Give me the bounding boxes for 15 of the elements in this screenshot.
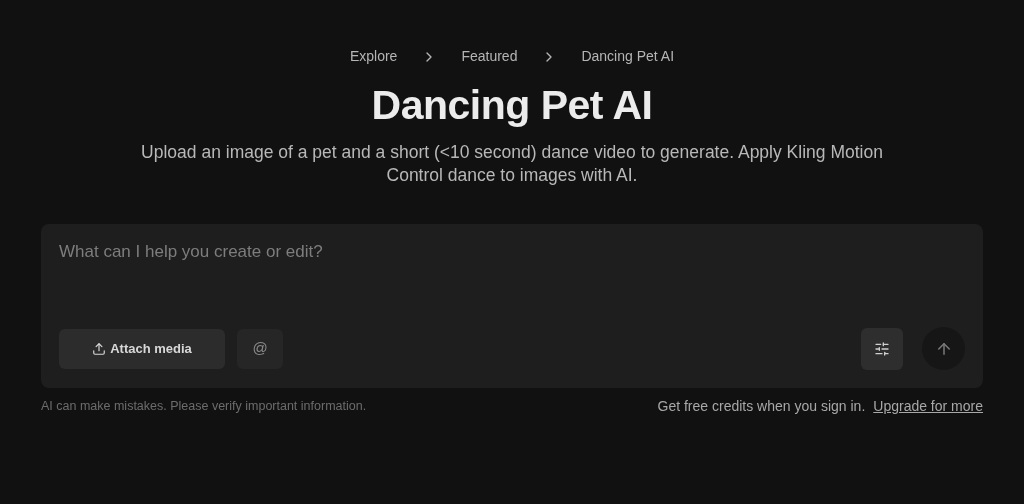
disclaimer-text: AI can make mistakes. Please verify important information. [41,398,367,416]
settings-button[interactable] [861,327,903,370]
page-title: Dancing Pet AI [371,81,653,130]
mention-button[interactable]: @ [237,328,283,369]
send-button[interactable] [922,327,965,370]
upload-icon [92,341,107,356]
breadcrumb-link[interactable]: Dancing Pet AI [581,46,675,67]
attach-media-button[interactable]: Attach media [59,328,225,369]
breadcrumb-link[interactable]: Featured [461,46,518,67]
prompt-field[interactable]: What can I help you create or edit? [59,240,965,264]
upgrade-link[interactable]: Upgrade for more [873,396,983,417]
settings-icon [874,340,890,357]
breadcrumb-link[interactable]: Explore [349,46,398,67]
page-description: Upload an image of a pet and a short (<10 second) dance video to generate. Apply Kling Motion Control dance to images with AI. [140,141,884,187]
credits-text: Get free credits when you sign in. [657,397,866,416]
